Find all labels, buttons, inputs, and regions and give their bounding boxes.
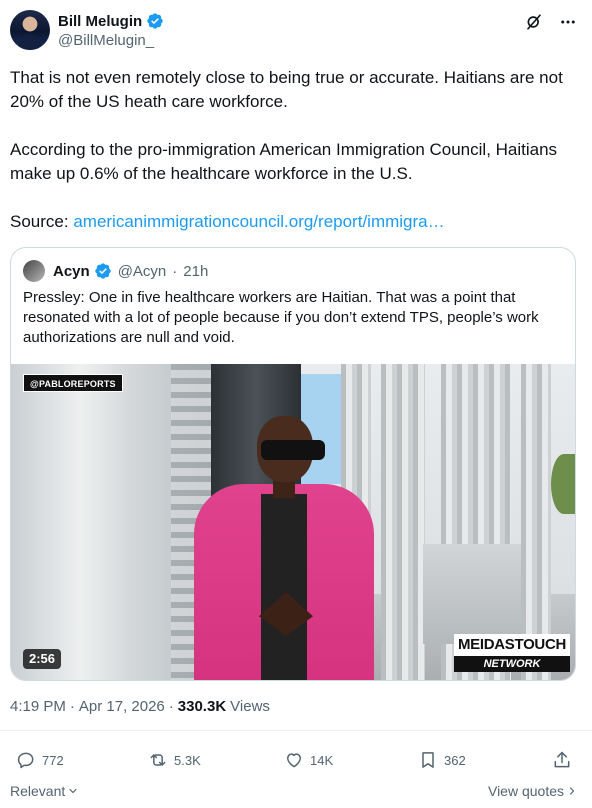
meidastouch-logo: MEIDASTOUCH NETWORK xyxy=(454,634,570,672)
bookmark-icon xyxy=(422,752,434,768)
tweet-source: Source: americanimmigrationcouncil.org/r… xyxy=(10,210,570,234)
like-count: 14K xyxy=(310,752,334,768)
action-bar: 772 5.3K 14K 362 xyxy=(16,750,576,772)
like-button[interactable]: 14K xyxy=(284,750,333,770)
quote-separator: · xyxy=(172,262,178,280)
meta-separator: · xyxy=(69,698,75,715)
quote-text: Pressley: One in five healthcare workers… xyxy=(23,289,539,346)
view-quotes-label: View quotes xyxy=(487,783,564,799)
video-person-sunglasses xyxy=(261,440,325,460)
chevron-right-icon xyxy=(569,787,575,795)
bookmark-count: 362 xyxy=(444,752,466,768)
quote-avatar xyxy=(23,260,45,282)
verified-badge-icon xyxy=(147,13,163,29)
source-label: Source: xyxy=(10,212,69,231)
tweet-time[interactable]: 4:19 PM xyxy=(10,698,66,715)
logo-top-text: MEIDASTOUCH xyxy=(454,634,570,656)
meta-separator: · xyxy=(168,698,174,715)
quote-time: 21h xyxy=(183,262,209,280)
reply-count: 772 xyxy=(42,752,64,768)
author-handle[interactable]: @BillMelugin_ xyxy=(58,32,154,49)
video-scene-column xyxy=(381,364,425,680)
tweet-date[interactable]: Apr 17, 2026 xyxy=(79,698,165,715)
tweet-paragraph: That is not even remotely close to being… xyxy=(10,68,563,111)
tweet-header: Bill Melugin @BillMelugin_ xyxy=(10,10,582,54)
quoted-tweet[interactable]: Acyn @Acyn · 21h Pressley: One in five h… xyxy=(10,247,576,681)
repost-count: 5.3K xyxy=(174,752,201,768)
video-scene-column-base xyxy=(423,544,533,644)
more-icon[interactable] xyxy=(558,12,578,32)
header-actions xyxy=(524,12,578,32)
reply-icon xyxy=(17,752,34,769)
sort-dropdown[interactable]: Relevant xyxy=(10,783,79,799)
reply-button[interactable]: 772 xyxy=(16,750,64,770)
quote-header: Acyn @Acyn · 21h xyxy=(23,260,208,282)
verified-badge-icon xyxy=(95,263,111,279)
video-player[interactable]: @PABLOREPORTS 2:56 MEIDASTOUCH NETWORK xyxy=(11,364,575,680)
bookmark-button[interactable]: 362 xyxy=(418,750,466,770)
video-scene-tree xyxy=(551,454,575,514)
quote-author-name: Acyn xyxy=(53,262,90,280)
heart-icon xyxy=(287,753,301,768)
repost-button[interactable]: 5.3K xyxy=(148,750,201,770)
author-name-row: Bill Melugin xyxy=(58,12,164,30)
views-label: Views xyxy=(230,698,270,715)
views-count: 330.3K xyxy=(177,698,227,715)
share-button[interactable] xyxy=(552,750,572,770)
video-person-top xyxy=(261,494,307,680)
replies-footer: Relevant View quotes xyxy=(10,783,580,801)
logo-bottom-text: NETWORK xyxy=(454,656,570,672)
share-icon xyxy=(554,751,570,768)
sort-label: Relevant xyxy=(10,783,66,799)
chevron-down-icon xyxy=(69,788,77,794)
video-duration: 2:56 xyxy=(23,649,62,669)
tweet-meta: 4:19 PM · Apr 17, 2026 · 330.3K Views xyxy=(10,698,270,715)
tweet-paragraph: According to the pro-immigration America… xyxy=(10,140,558,183)
divider xyxy=(0,730,592,731)
view-quotes-link[interactable]: View quotes xyxy=(488,783,578,799)
source-link[interactable]: americanimmigrationcouncil.org/report/im… xyxy=(73,212,444,231)
grok-icon[interactable] xyxy=(524,12,544,32)
video-watermark: @PABLOREPORTS xyxy=(23,374,123,392)
repost-icon xyxy=(150,754,166,766)
tweet-text: That is not even remotely close to being… xyxy=(10,66,570,234)
author-display-name[interactable]: Bill Melugin xyxy=(58,13,142,30)
quote-author-handle: @Acyn xyxy=(117,262,167,280)
author-avatar[interactable] xyxy=(10,10,50,50)
